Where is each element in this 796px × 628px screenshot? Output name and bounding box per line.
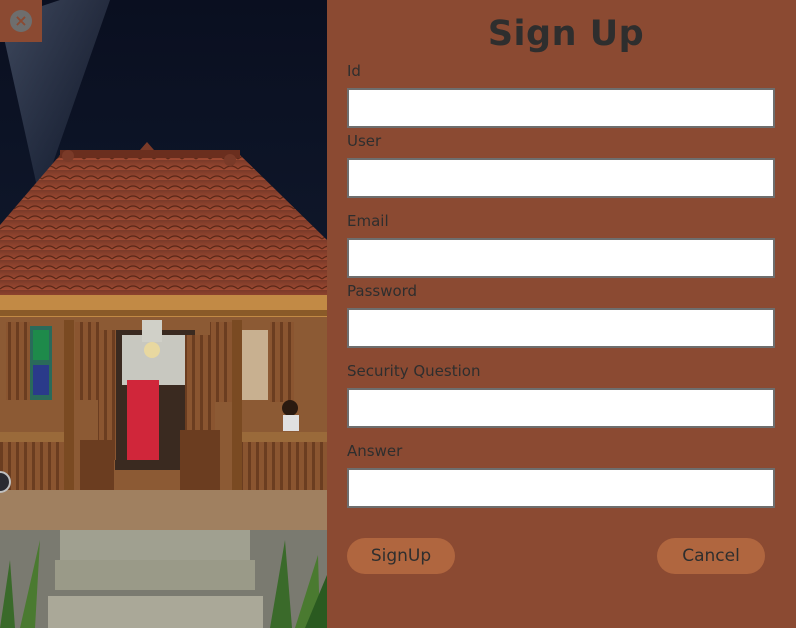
close-button[interactable]: × [0,0,42,42]
email-input[interactable] [347,238,775,278]
cancel-button[interactable]: Cancel [657,538,765,574]
signup-button[interactable]: SignUp [347,538,455,574]
user-input[interactable] [347,158,775,198]
password-label: Password [347,282,418,300]
security-question-label: Security Question [347,362,481,380]
security-question-input[interactable] [347,388,775,428]
traditional-house-illustration [0,0,327,628]
id-label: Id [347,62,361,80]
email-label: Email [347,212,389,230]
answer-input[interactable] [347,468,775,508]
signup-window: × Sign Up Id User Email Password Securit… [0,0,796,628]
answer-label: Answer [347,442,403,460]
id-input[interactable] [347,88,775,128]
signup-form: Sign Up Id User Email Password Security … [327,0,796,628]
house-photo: × [0,0,327,628]
page-title: Sign Up [487,14,645,54]
password-input[interactable] [347,308,775,348]
close-icon: × [10,10,32,32]
user-label: User [347,132,382,150]
